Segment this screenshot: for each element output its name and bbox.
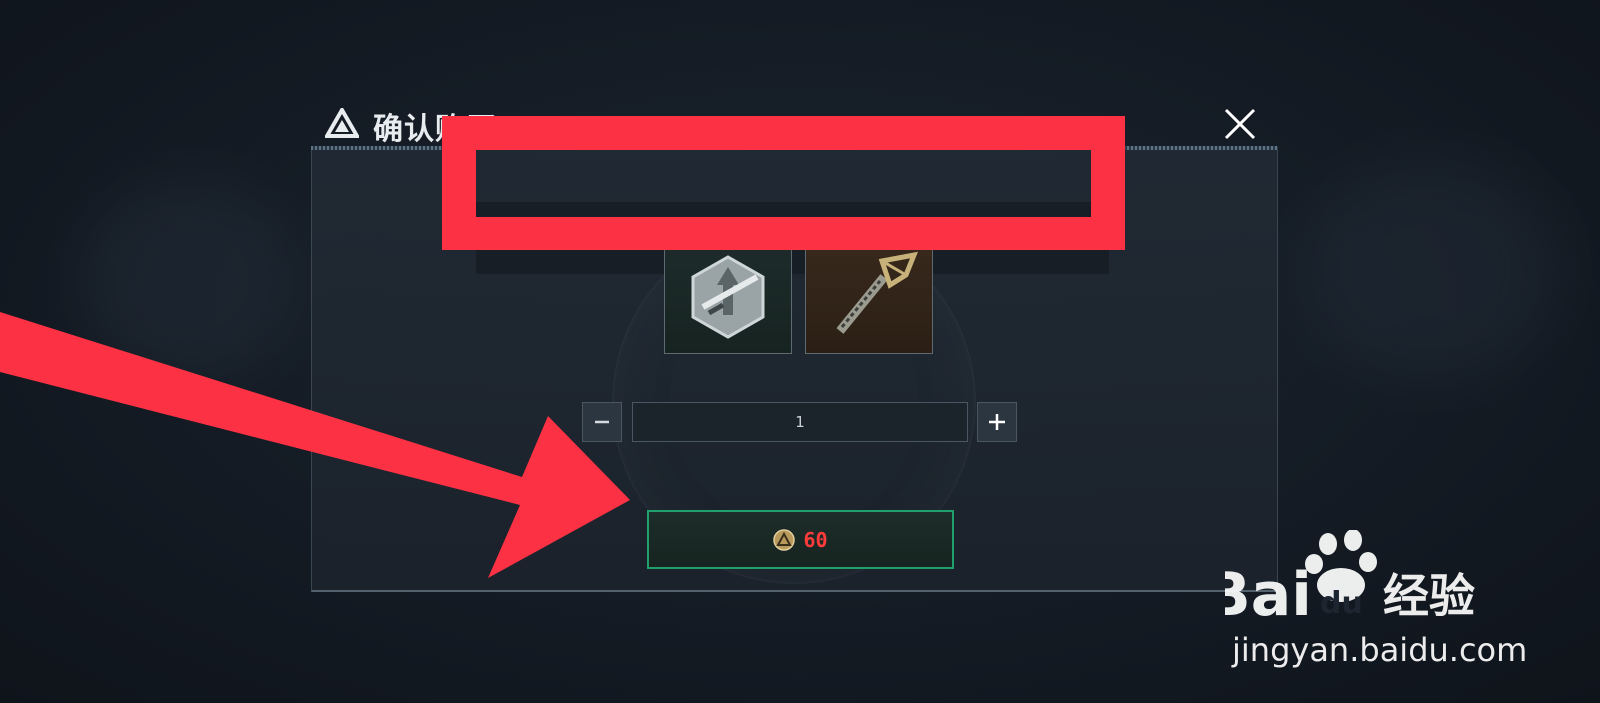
item-card-exp-card[interactable] <box>664 226 792 354</box>
dialog-header: 确认购买 <box>311 100 1278 150</box>
background-blur <box>80 180 300 380</box>
buy-button[interactable]: 60 <box>647 510 954 569</box>
game-logo-icon <box>325 108 359 138</box>
plus-icon <box>989 414 1005 430</box>
quantity-field[interactable]: 1 <box>632 402 968 442</box>
svg-text:Bai: Bai <box>1225 560 1312 630</box>
close-icon <box>1224 108 1256 140</box>
item-card-quantum-key[interactable] <box>805 226 933 354</box>
dialog-title: 确认购买 <box>373 112 497 147</box>
increase-quantity-button[interactable] <box>977 402 1017 442</box>
close-button[interactable] <box>1220 104 1260 144</box>
svg-text:du: du <box>1320 586 1363 621</box>
weapon-exp-card-icon <box>691 255 765 339</box>
minus-icon <box>595 420 609 424</box>
price-label: 60 <box>803 527 828 552</box>
quantum-key-icon <box>836 251 919 334</box>
decrease-quantity-button[interactable] <box>582 402 622 442</box>
coin-icon <box>773 528 796 551</box>
background-blur <box>1300 160 1560 380</box>
watermark-url: jingyan.baidu.com <box>1232 631 1528 669</box>
svg-text:经验: 经验 <box>1383 569 1475 623</box>
message-box: 每购买1个武器次级经验卡，附赠1个量子密钥 <box>476 202 1109 274</box>
